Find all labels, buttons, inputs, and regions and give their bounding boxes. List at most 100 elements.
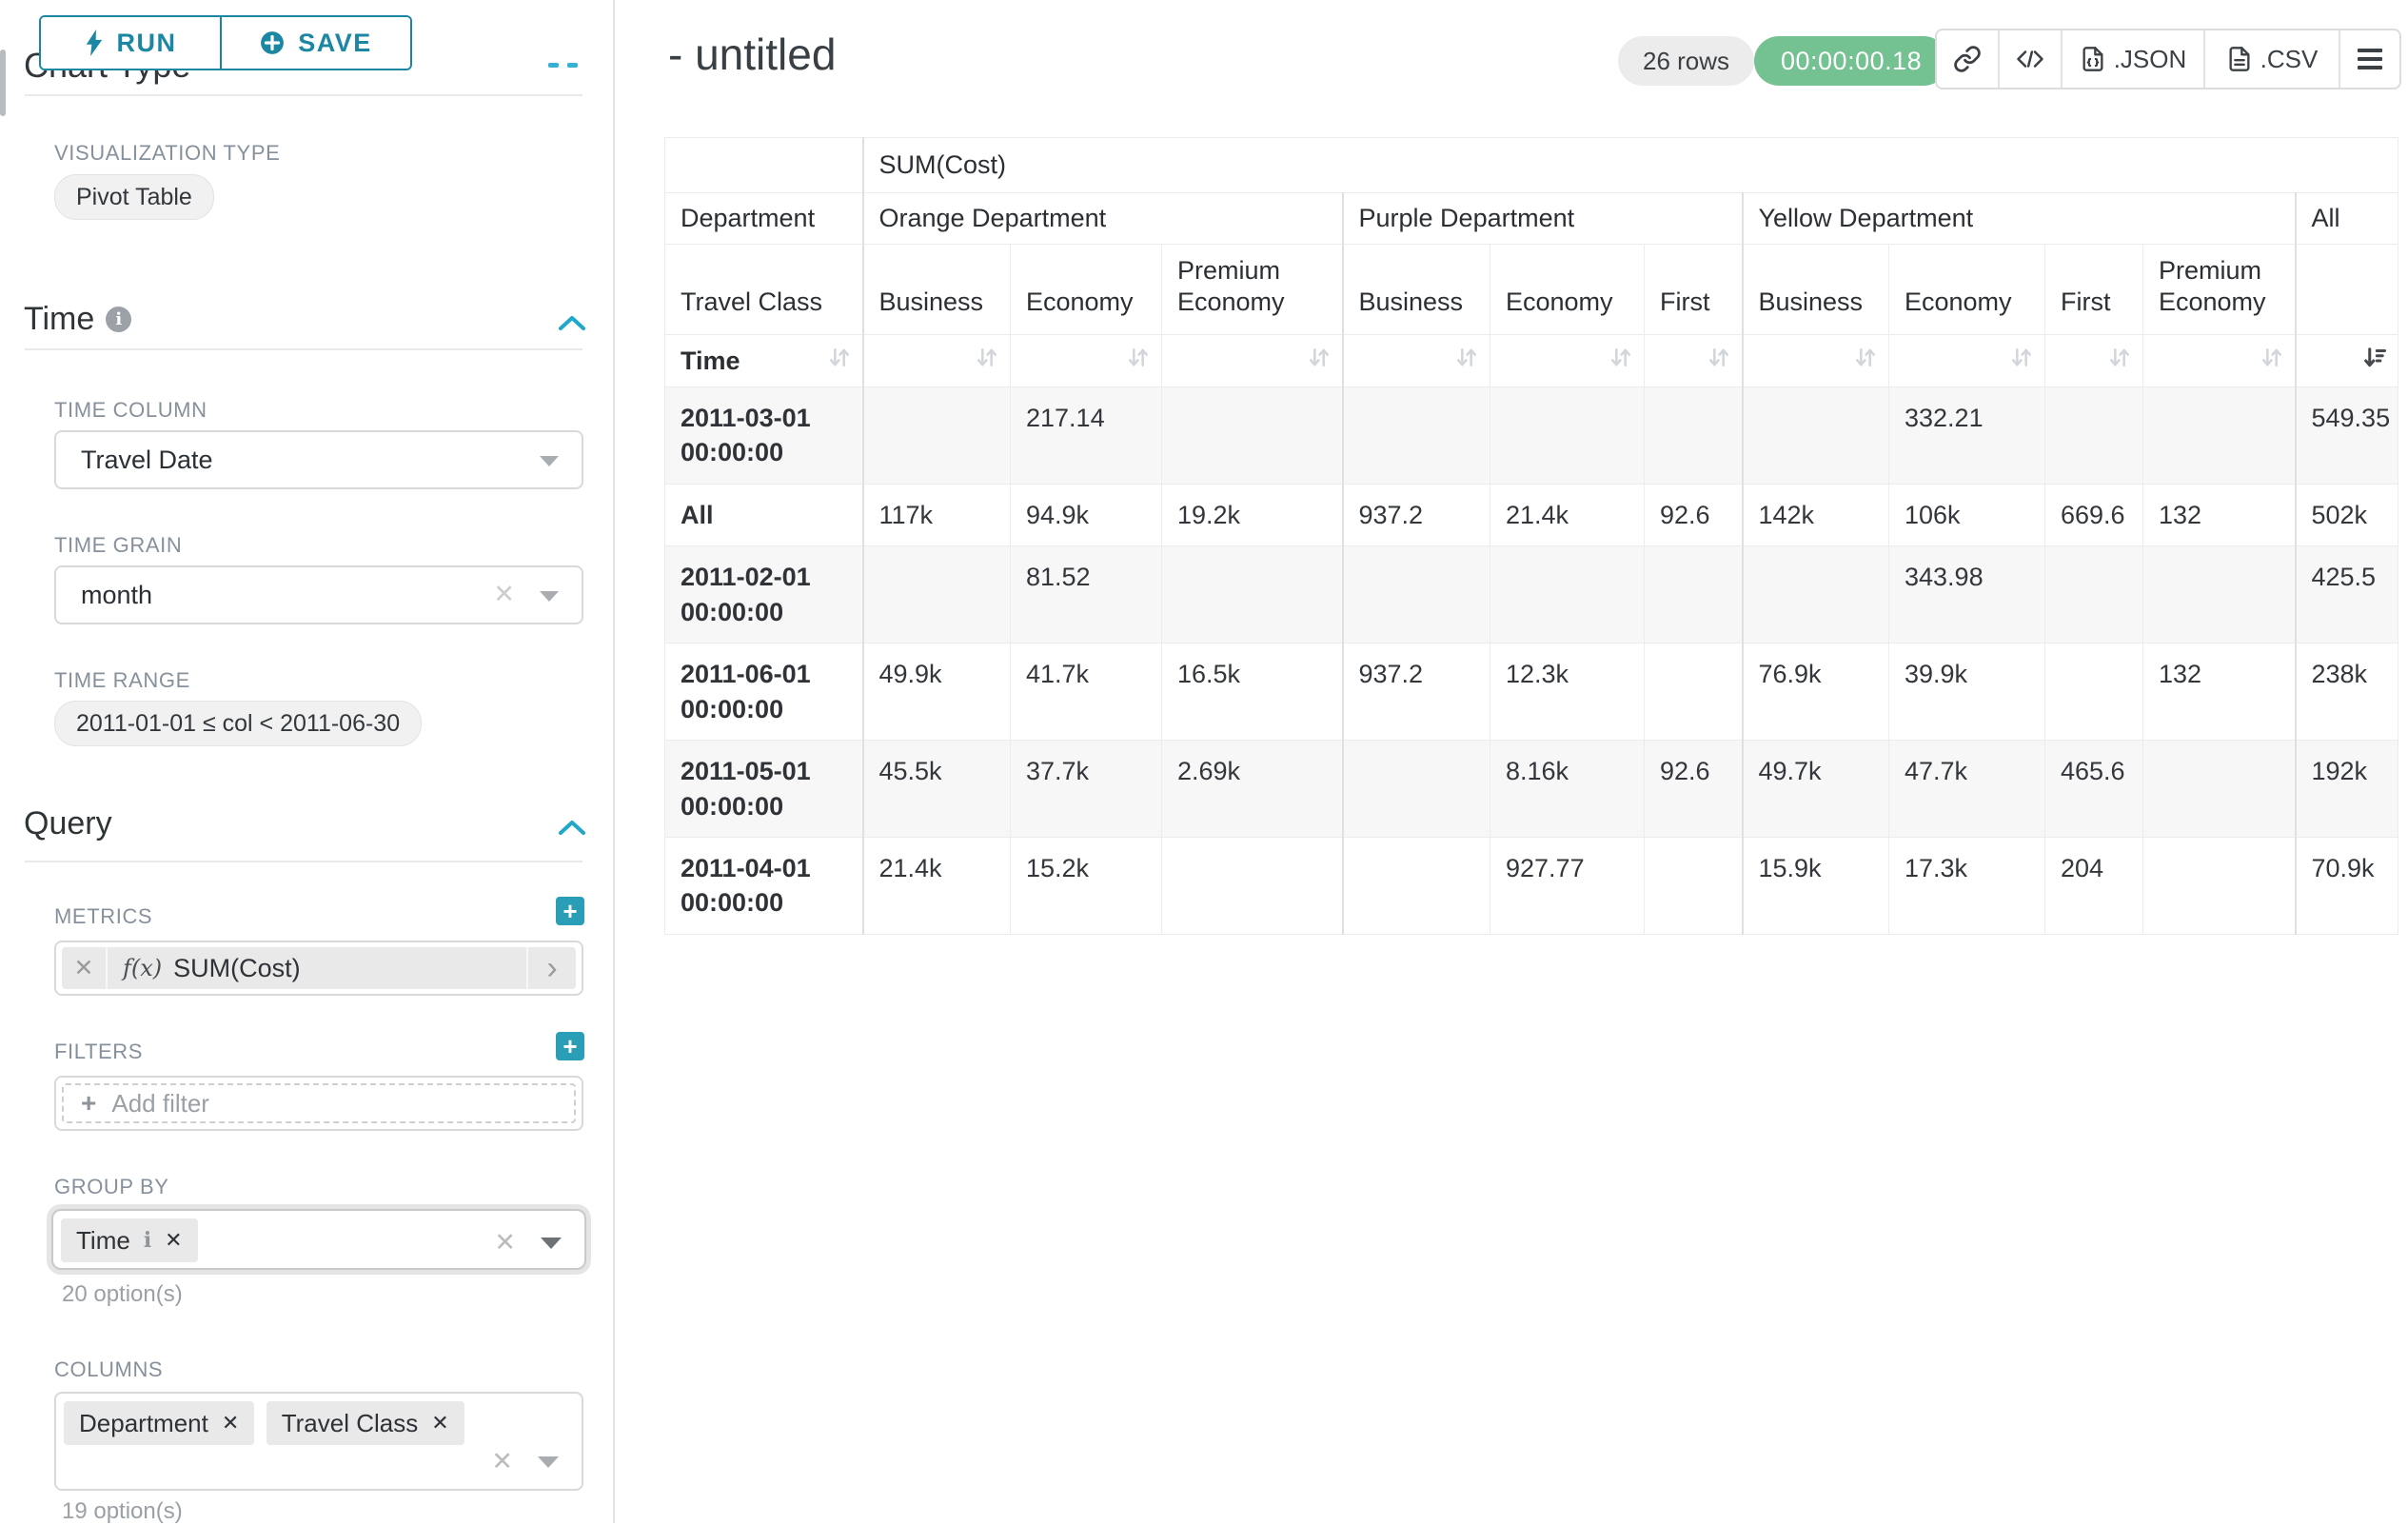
sort-cell[interactable]	[863, 335, 1011, 387]
chevron-up-icon[interactable]	[558, 819, 586, 836]
pivot-cell	[1162, 837, 1343, 934]
pivot-row-label: 2011-05-01 00:00:00	[665, 741, 863, 838]
query-duration-badge: 00:00:00.18	[1754, 36, 1948, 86]
group-by-select[interactable]: Time i ✕ ✕	[51, 1209, 586, 1270]
columns-options-count: 19 option(s)	[62, 1498, 183, 1525]
pivot-cell: 549.35	[2296, 387, 2398, 485]
pivot-cell: 15.9k	[1743, 837, 1889, 934]
pivot-cell: 332.21	[1889, 387, 2045, 485]
sort-both-icon	[1453, 345, 1480, 378]
sort-both-icon[interactable]	[826, 345, 853, 378]
save-button-label: SAVE	[298, 29, 372, 58]
run-button[interactable]: RUN	[41, 17, 220, 69]
pivot-cell: 238k	[2296, 644, 2398, 741]
remove-tag-icon[interactable]: ✕	[431, 1411, 448, 1436]
pivot-cell	[1645, 644, 1743, 741]
pivot-cell: 192k	[2296, 741, 2398, 838]
metric-pill[interactable]: ✕ f(x) SUM(Cost) ›	[62, 947, 576, 989]
clear-icon[interactable]: ✕	[493, 580, 515, 609]
pivot-cell: 49.9k	[863, 644, 1011, 741]
control-panel: Chart Type RUN SAVE VISUALIZATION TYPE P…	[0, 0, 615, 1523]
columns-select[interactable]: Department ✕ Travel Class ✕ ✕	[54, 1392, 583, 1491]
remove-tag-icon[interactable]: ✕	[165, 1228, 182, 1253]
add-metric-button[interactable]: +	[556, 897, 584, 925]
caret-down-icon	[540, 591, 559, 602]
chevron-up-icon[interactable]	[558, 314, 586, 331]
clear-icon[interactable]: ✕	[491, 1447, 513, 1476]
pivot-cell: 37.7k	[1011, 741, 1162, 838]
info-icon[interactable]: i	[106, 307, 131, 332]
class-col: Economy	[1011, 245, 1162, 335]
pivot-cell	[1743, 546, 1889, 644]
viz-type-label: VISUALIZATION TYPE	[54, 141, 280, 166]
columns-label: COLUMNS	[54, 1357, 163, 1382]
time-column-value: Travel Date	[81, 446, 213, 475]
dept-group: Orange Department	[863, 193, 1343, 245]
columns-tag-label: Department	[79, 1409, 208, 1438]
chevron-right-icon[interactable]: ›	[526, 947, 576, 989]
more-options-button[interactable]	[2339, 30, 2399, 88]
metrics-control: ✕ f(x) SUM(Cost) ›	[54, 941, 583, 996]
pivot-cell: 927.77	[1490, 837, 1645, 934]
info-icon[interactable]: i	[144, 1228, 151, 1253]
filters-control: + Add filter	[54, 1076, 583, 1131]
query-section-title: Query	[24, 805, 112, 842]
time-grain-select[interactable]: month ✕	[54, 565, 583, 624]
time-row-label: Time	[681, 347, 740, 375]
export-csv-button[interactable]: .CSV	[2203, 30, 2339, 88]
chart-title[interactable]: - untitled	[668, 29, 836, 80]
metrics-label: METRICS	[54, 904, 152, 929]
pivot-cell: 21.4k	[863, 837, 1011, 934]
pivot-cell: 81.52	[1011, 546, 1162, 644]
sort-cell[interactable]	[1743, 335, 1889, 387]
pivot-cell: 217.14	[1011, 387, 1162, 485]
pivot-row-label: 2011-03-01 00:00:00	[665, 387, 863, 485]
sort-cell[interactable]	[2045, 335, 2143, 387]
table-row: 2011-06-01 00:00:0049.9k41.7k16.5k937.21…	[665, 644, 2398, 741]
group-by-tag[interactable]: Time i ✕	[61, 1218, 198, 1262]
table-row: 2011-04-01 00:00:0021.4k15.2k927.7715.9k…	[665, 837, 2398, 934]
pivot-cell: 76.9k	[1743, 644, 1889, 741]
sort-cell[interactable]	[1490, 335, 1645, 387]
panel-scrollbar[interactable]	[0, 50, 6, 116]
class-col: Business	[863, 245, 1011, 335]
add-filter-button[interactable]: + Add filter	[62, 1083, 576, 1123]
pivot-cell	[863, 546, 1011, 644]
export-button-group: .JSON .CSV	[1935, 29, 2401, 89]
pivot-cell: 343.98	[1889, 546, 2045, 644]
sort-cell[interactable]	[1343, 335, 1490, 387]
viz-type-pill[interactable]: Pivot Table	[54, 174, 214, 220]
pivot-cell: 502k	[2296, 484, 2398, 545]
columns-tag[interactable]: Department ✕	[64, 1401, 254, 1445]
time-range-pill[interactable]: 2011-01-01 ≤ col < 2011-06-30	[54, 701, 422, 746]
divider	[25, 348, 582, 350]
pivot-cell: 132	[2143, 644, 2296, 741]
sort-cell[interactable]	[1011, 335, 1162, 387]
pivot-cell: 669.6	[2045, 484, 2143, 545]
embed-code-button[interactable]	[1998, 30, 2061, 88]
export-json-button[interactable]: .JSON	[2061, 30, 2203, 88]
class-col: Business	[1743, 245, 1889, 335]
clipped-icon-dot	[567, 63, 578, 68]
remove-tag-icon[interactable]: ✕	[222, 1411, 239, 1436]
sort-cell-active[interactable]	[2296, 335, 2398, 387]
add-filter-plus-button[interactable]: +	[556, 1032, 584, 1060]
pivot-row-label: 2011-06-01 00:00:00	[665, 644, 863, 741]
query-section-header: Query	[24, 805, 112, 842]
sort-cell[interactable]	[2143, 335, 2296, 387]
time-column-select[interactable]: Travel Date	[54, 430, 583, 489]
sort-cell[interactable]	[1162, 335, 1343, 387]
save-button[interactable]: SAVE	[220, 17, 410, 69]
sort-cell[interactable]	[1889, 335, 2045, 387]
sort-cell[interactable]	[1645, 335, 1743, 387]
bolt-icon	[85, 30, 104, 56]
add-filter-label: Add filter	[111, 1089, 209, 1119]
clear-icon[interactable]: ✕	[494, 1228, 516, 1258]
columns-tag[interactable]: Travel Class ✕	[266, 1401, 464, 1445]
share-link-button[interactable]	[1937, 30, 1998, 88]
time-section-title: Time	[24, 301, 94, 338]
remove-metric-icon[interactable]: ✕	[62, 947, 108, 989]
dept-row-label: Department	[665, 193, 863, 245]
pivot-cell: 465.6	[2045, 741, 2143, 838]
pivot-body: 2011-03-01 00:00:00217.14332.21549.35All…	[665, 387, 2398, 935]
